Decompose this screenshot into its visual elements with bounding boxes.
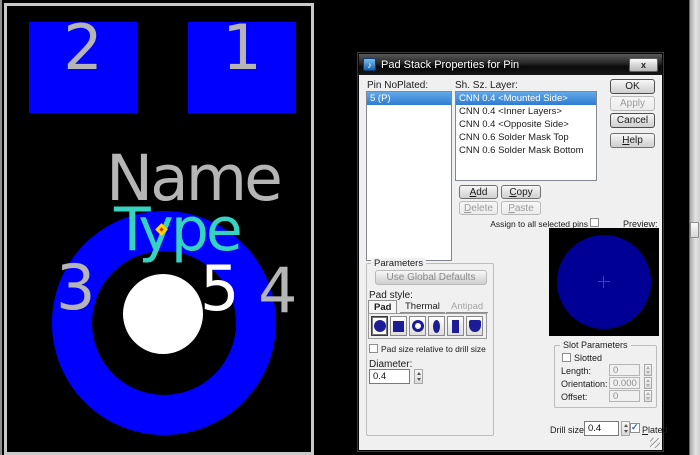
layer-listbox[interactable]: CNN 0.4 <Mounted Side> CNN 0.4 <Inner La…: [455, 91, 597, 181]
layer-list-item[interactable]: CNN 0.4 <Mounted Side>: [456, 92, 596, 105]
drill-size-input[interactable]: [584, 421, 619, 436]
spin-up-icon: [646, 366, 650, 369]
close-icon: x: [641, 60, 646, 70]
annular-pad-icon: [412, 320, 424, 332]
plated-checkbox[interactable]: [630, 423, 640, 433]
vertical-scrollbar-thumb[interactable]: [690, 222, 699, 238]
window-left-edge: [0, 0, 2, 455]
pad-number-4: 4: [258, 260, 297, 322]
pin-listbox[interactable]: 5 (P): [366, 91, 452, 261]
pad-number-label: 2: [63, 22, 102, 74]
copy-button[interactable]: Copy: [501, 185, 541, 199]
spin-up-icon: [624, 424, 628, 427]
tab-pad[interactable]: Pad: [368, 300, 397, 313]
orientation-spinner[interactable]: [644, 377, 652, 389]
spin-down-icon: [646, 371, 650, 374]
diameter-spinner[interactable]: [414, 369, 423, 384]
pad-shape-circle-button[interactable]: [371, 316, 388, 336]
pin-list-item[interactable]: 5 (P): [367, 92, 451, 105]
spin-down-icon: [624, 430, 628, 433]
paste-button[interactable]: Paste: [501, 201, 541, 215]
pad-stack-properties-dialog: Pad Stack Properties for Pin x Pin No: P…: [358, 53, 663, 451]
drill-size-label: Drill size:: [550, 425, 587, 435]
parameters-group-label: Parameters: [371, 258, 426, 269]
spin-up-icon: [417, 372, 421, 375]
offset-input[interactable]: [609, 390, 640, 402]
close-button[interactable]: x: [629, 58, 658, 72]
help-button[interactable]: Help: [610, 133, 655, 148]
spin-down-icon: [646, 397, 650, 400]
spin-down-icon: [417, 378, 421, 381]
circle-pad-icon: [374, 320, 386, 332]
pad-number-5: 5: [200, 258, 239, 320]
length-input[interactable]: [609, 364, 640, 376]
pad-object-1[interactable]: 1: [188, 22, 296, 113]
preview-pad-circle: [557, 235, 651, 329]
oval-pad-icon: [433, 320, 440, 333]
diameter-input[interactable]: [369, 369, 410, 384]
rectangle-pad-icon: [452, 320, 459, 333]
pad-shape-oval-button[interactable]: [428, 316, 445, 336]
pad-shape-odd-button[interactable]: [466, 316, 483, 336]
cancel-button[interactable]: Cancel: [610, 113, 655, 128]
assign-to-all-checkbox[interactable]: [590, 218, 599, 227]
tab-antipad[interactable]: Antipad: [446, 300, 488, 313]
spin-down-icon: [646, 384, 650, 387]
layer-list-item[interactable]: CNN 0.4 <Opposite Side>: [456, 118, 596, 131]
drill-size-spinner[interactable]: [621, 421, 630, 436]
square-pad-icon: [393, 321, 404, 332]
pad-object-2[interactable]: 2: [29, 22, 137, 113]
orientation-input[interactable]: [609, 377, 640, 389]
pad-preview: [549, 228, 659, 336]
sh-sz-layer-label: Sh. Sz. Layer:: [455, 80, 518, 91]
layer-list-item[interactable]: CNN 0.4 <Inner Layers>: [456, 105, 596, 118]
add-button[interactable]: Add: [459, 185, 498, 199]
apply-button[interactable]: Apply: [610, 96, 655, 111]
ok-button[interactable]: OK: [610, 79, 655, 94]
slotted-label: Slotted: [574, 353, 602, 363]
dialog-titlebar[interactable]: Pad Stack Properties for Pin x: [359, 54, 662, 75]
resize-grip[interactable]: [650, 438, 660, 448]
pin-no-label: Pin No:: [367, 80, 400, 91]
layer-list-item[interactable]: CNN 0.6 Solder Mask Bottom: [456, 144, 596, 157]
preview-crosshair-icon: [598, 281, 610, 282]
pad-size-relative-checkbox[interactable]: [369, 344, 378, 353]
orientation-label: Orientation:: [561, 379, 608, 389]
length-label: Length:: [561, 366, 591, 376]
use-global-defaults-button[interactable]: Use Global Defaults: [375, 270, 487, 285]
plated-label: Plated: [642, 425, 668, 435]
tab-thermal[interactable]: Thermal: [400, 300, 445, 313]
pad-number-3: 3: [56, 257, 95, 319]
pcb-app-window: 2 1 Name Type 3 5 4 Pad Stack Properties…: [0, 0, 700, 455]
pad-shape-rectangle-button[interactable]: [447, 316, 464, 336]
slotted-checkbox[interactable]: [562, 353, 571, 362]
ref-type-text: Type: [114, 200, 240, 260]
offset-spinner[interactable]: [644, 390, 652, 402]
spin-up-icon: [646, 392, 650, 395]
preview-crosshair-icon: [603, 276, 604, 288]
layer-list-item[interactable]: CNN 0.6 Solder Mask Top: [456, 131, 596, 144]
pad-number-label: 1: [222, 22, 261, 74]
pad-size-relative-label: Pad size relative to drill size: [381, 344, 486, 354]
spin-up-icon: [646, 379, 650, 382]
app-icon: [363, 58, 376, 71]
delete-button[interactable]: Delete: [459, 201, 498, 215]
plated-column-label: Plated:: [397, 80, 428, 91]
slot-parameters-group-label: Slot Parameters: [560, 340, 631, 350]
pad-shape-square-button[interactable]: [390, 316, 407, 336]
odd-pad-icon: [469, 320, 481, 332]
pad-shape-annular-button[interactable]: [409, 316, 426, 336]
pad-shape-toolbar: [368, 313, 487, 339]
dialog-title: Pad Stack Properties for Pin: [381, 59, 519, 71]
length-spinner[interactable]: [644, 364, 652, 376]
pad-drill-hole: [123, 274, 203, 354]
offset-label: Offset:: [561, 392, 587, 402]
